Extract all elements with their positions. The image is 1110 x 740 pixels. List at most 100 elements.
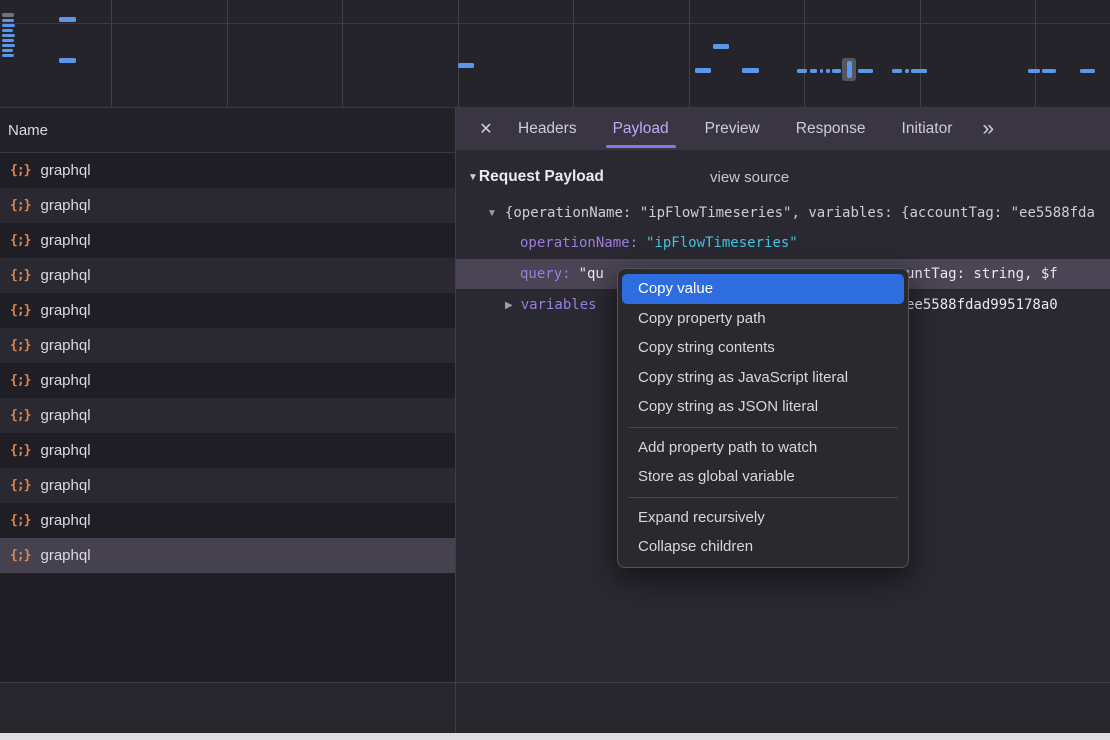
network-activity-bar	[2, 13, 14, 17]
menu-item-expand-recursively[interactable]: Expand recursively	[618, 503, 908, 533]
menu-item-copy-string-as-json-literal[interactable]: Copy string as JSON literal	[618, 392, 908, 422]
column-header-name[interactable]: Name	[0, 108, 455, 153]
menu-item-store-as-global-variable[interactable]: Store as global variable	[618, 462, 908, 492]
overview-gridline	[458, 0, 459, 107]
expand-triangle-icon[interactable]: ▶	[505, 300, 513, 311]
section-collapse-triangle-icon[interactable]: ▼	[468, 172, 478, 183]
network-activity-bar	[2, 49, 13, 52]
section-title: Request Payload	[479, 168, 604, 186]
overview-gridline	[573, 0, 574, 107]
network-request-row[interactable]: {;}graphql	[0, 223, 455, 258]
network-activity-bar	[2, 24, 15, 27]
footer-divider	[0, 682, 1110, 683]
network-activity-bar	[713, 44, 729, 49]
network-request-row[interactable]: {;} graphql	[0, 433, 455, 468]
property-key: variables	[521, 297, 597, 313]
network-request-row[interactable]: {;} graphql	[0, 328, 455, 363]
network-request-row[interactable]: {;}graphql	[0, 468, 455, 503]
network-activity-bar	[2, 29, 13, 32]
network-activity-bar	[911, 69, 927, 73]
menu-item-copy-value[interactable]: Copy value	[622, 274, 904, 304]
selected-request-marker-bar	[847, 61, 852, 78]
network-activity-bar	[59, 58, 76, 63]
network-activity-bar	[1080, 69, 1095, 73]
menu-separator	[628, 497, 898, 498]
close-icon[interactable]: ✕	[474, 119, 498, 139]
overview-gridline	[227, 0, 228, 107]
request-name-label: graphql	[40, 337, 90, 354]
object-preview-text: {operationName: "ipFlowTimeseries", vari…	[505, 205, 1095, 221]
tab-payload[interactable]: Payload	[613, 108, 669, 150]
menu-separator	[628, 427, 898, 428]
network-activity-bar	[2, 44, 15, 47]
network-request-row[interactable]: {;} graphql	[0, 398, 455, 433]
json-braces-icon: {;}	[10, 513, 30, 528]
property-value: "ipFlowTimeseries"	[646, 235, 798, 251]
network-request-row[interactable]: {;} graphql	[0, 538, 455, 573]
network-request-row[interactable]: {;} graphql	[0, 188, 455, 223]
menu-item-add-property-path-to-watch[interactable]: Add property path to watch	[618, 433, 908, 463]
network-overview-timeline[interactable]	[0, 0, 1110, 107]
request-payload-section-header[interactable]: ▼ Request Payload view source	[456, 163, 1110, 191]
network-activity-bar	[59, 17, 76, 22]
overview-gridline	[342, 0, 343, 107]
network-request-row[interactable]: {;} graphql	[0, 503, 455, 538]
overview-gridline	[111, 0, 112, 107]
detail-tab-bar: ✕ Headers Payload Preview Response Initiator…	[456, 108, 1110, 150]
menu-item-copy-property-path[interactable]: Copy property path	[618, 304, 908, 334]
view-source-link[interactable]: view source	[710, 169, 789, 186]
tab-preview[interactable]: Preview	[705, 108, 760, 150]
network-request-row[interactable]: {;} graphql	[0, 363, 455, 398]
tree-row-root-preview[interactable]: ▼ {operationName: "ipFlowTimeseries", va…	[456, 199, 1110, 227]
network-activity-bar	[820, 69, 823, 73]
property-value-continuation: ee5588fdad995178a0	[906, 297, 1058, 313]
json-braces-icon: {;}	[10, 478, 30, 493]
menu-item-copy-string-as-javascript-literal[interactable]: Copy string as JavaScript literal	[618, 363, 908, 393]
network-activity-bar	[742, 68, 759, 73]
network-request-row[interactable]: {;} graphql	[0, 153, 455, 188]
network-activity-bar	[905, 69, 909, 73]
json-braces-icon: {;}	[10, 338, 30, 353]
network-request-row[interactable]: {;} graphql	[0, 293, 455, 328]
tab-response[interactable]: Response	[796, 108, 866, 150]
request-name-label: graphql	[40, 372, 90, 389]
menu-item-collapse-children[interactable]: Collapse children	[618, 532, 908, 562]
json-braces-icon: {;}	[10, 408, 30, 423]
json-braces-icon: {;}	[10, 443, 30, 458]
tab-initiator[interactable]: Initiator	[902, 108, 953, 150]
panel-divider[interactable]	[455, 108, 456, 733]
request-name-label: graphql	[40, 302, 90, 319]
json-braces-icon: {;}	[10, 163, 30, 178]
overview-gridline	[689, 0, 690, 107]
property-value-start: "qu	[579, 266, 604, 282]
request-name-label: graphql	[40, 512, 90, 529]
collapse-triangle-icon[interactable]: ▼	[487, 208, 497, 219]
request-name-label: graphql	[40, 547, 90, 564]
json-braces-icon: {;}	[10, 373, 30, 388]
network-activity-bar	[458, 63, 474, 68]
json-braces-icon: {;}	[10, 303, 30, 318]
network-request-row[interactable]: {;}graphql	[0, 258, 455, 293]
json-braces-icon: {;}	[10, 548, 30, 563]
more-tabs-icon[interactable]: »	[982, 117, 992, 141]
tree-row-operation-name[interactable]: operationName: "ipFlowTimeseries"	[456, 229, 1110, 257]
menu-item-copy-string-contents[interactable]: Copy string contents	[618, 333, 908, 363]
json-braces-icon: {;}	[10, 198, 30, 213]
network-request-list-panel: Name {;}graphql{;}graphql{;}graphql{;}gr…	[0, 108, 455, 733]
request-name-label: graphql	[40, 162, 90, 179]
request-rows-container: {;} graphql {;} graphql {;} graphql {;} graphql…	[0, 153, 455, 573]
request-name-label: graphql	[40, 442, 90, 459]
json-braces-icon: {;}	[10, 233, 30, 248]
network-activity-bar	[858, 69, 873, 73]
window-bottom-edge	[0, 733, 1110, 740]
network-activity-bar	[826, 69, 830, 73]
tabs-container: Headers Payload Preview Response Initiator	[518, 108, 952, 150]
request-name-label: graphql	[40, 407, 90, 424]
request-name-label: graphql	[40, 197, 90, 214]
tab-headers[interactable]: Headers	[518, 108, 577, 150]
network-activity-bar	[2, 34, 15, 37]
context-menu: Copy valueCopy property pathCopy string …	[617, 268, 909, 568]
column-header-label: Name	[8, 122, 48, 139]
status-footer	[0, 683, 1110, 733]
network-activity-bar	[810, 69, 817, 73]
